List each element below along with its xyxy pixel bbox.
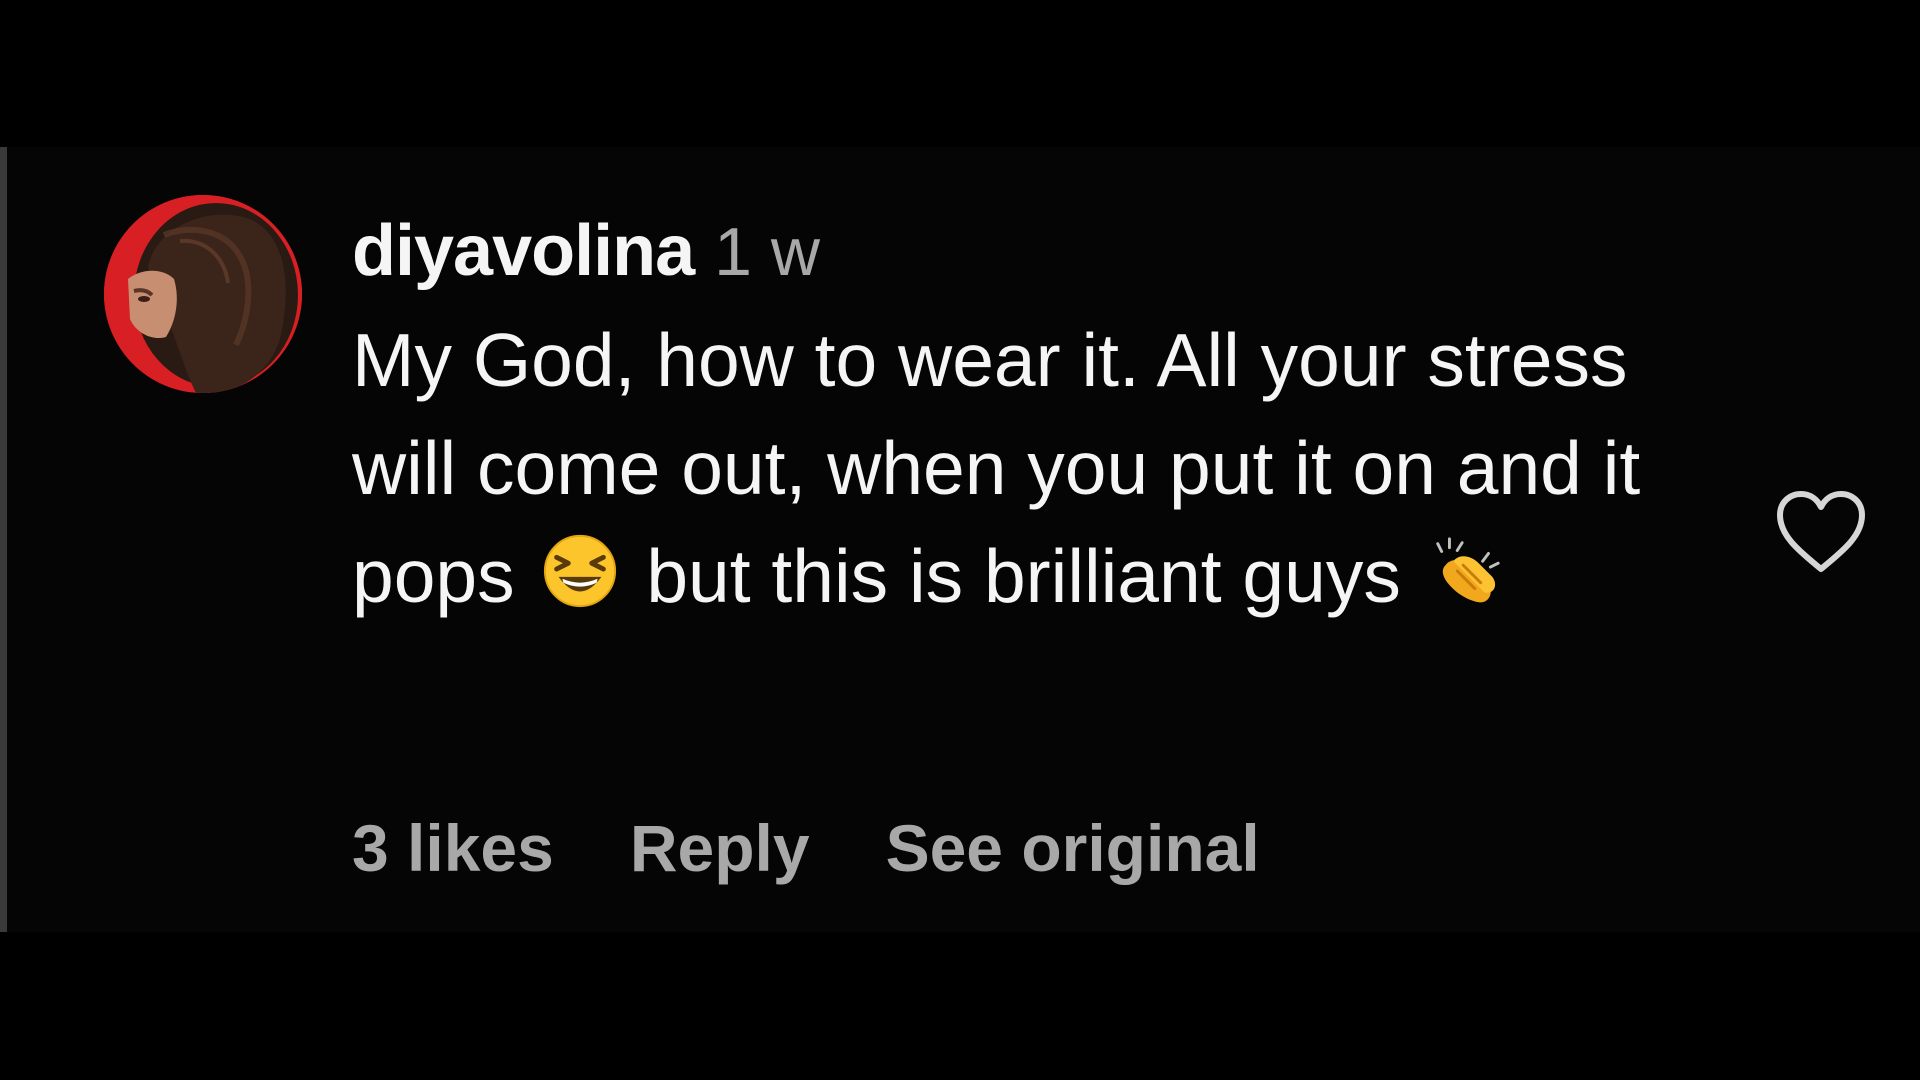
comment-text-part2: but this is brilliant guys [646, 534, 1401, 618]
comment-block: diyavolina 1 w My God, how to wear it. A… [352, 210, 1752, 630]
clapping-hands-emoji-icon [1435, 537, 1500, 603]
comment-username[interactable]: diyavolina [352, 210, 695, 292]
reply-button[interactable]: Reply [630, 810, 810, 886]
avatar[interactable] [104, 195, 302, 393]
panel-left-edge [0, 147, 7, 932]
like-heart-icon[interactable] [1772, 487, 1870, 577]
avatar-portrait-icon [104, 195, 302, 393]
comment-timestamp: 1 w [714, 214, 820, 290]
comment-header: diyavolina 1 w [352, 210, 1752, 292]
likes-count[interactable]: 3 likes [352, 810, 554, 886]
comment-text: My God, how to wear it. All your stress … [352, 306, 1732, 630]
comment-actions: 3 likes Reply See original [352, 810, 1260, 886]
laughing-squinting-face-emoji-icon [544, 534, 617, 608]
see-original-button[interactable]: See original [886, 810, 1260, 886]
screenshot-canvas: diyavolina 1 w My God, how to wear it. A… [0, 0, 1920, 1080]
